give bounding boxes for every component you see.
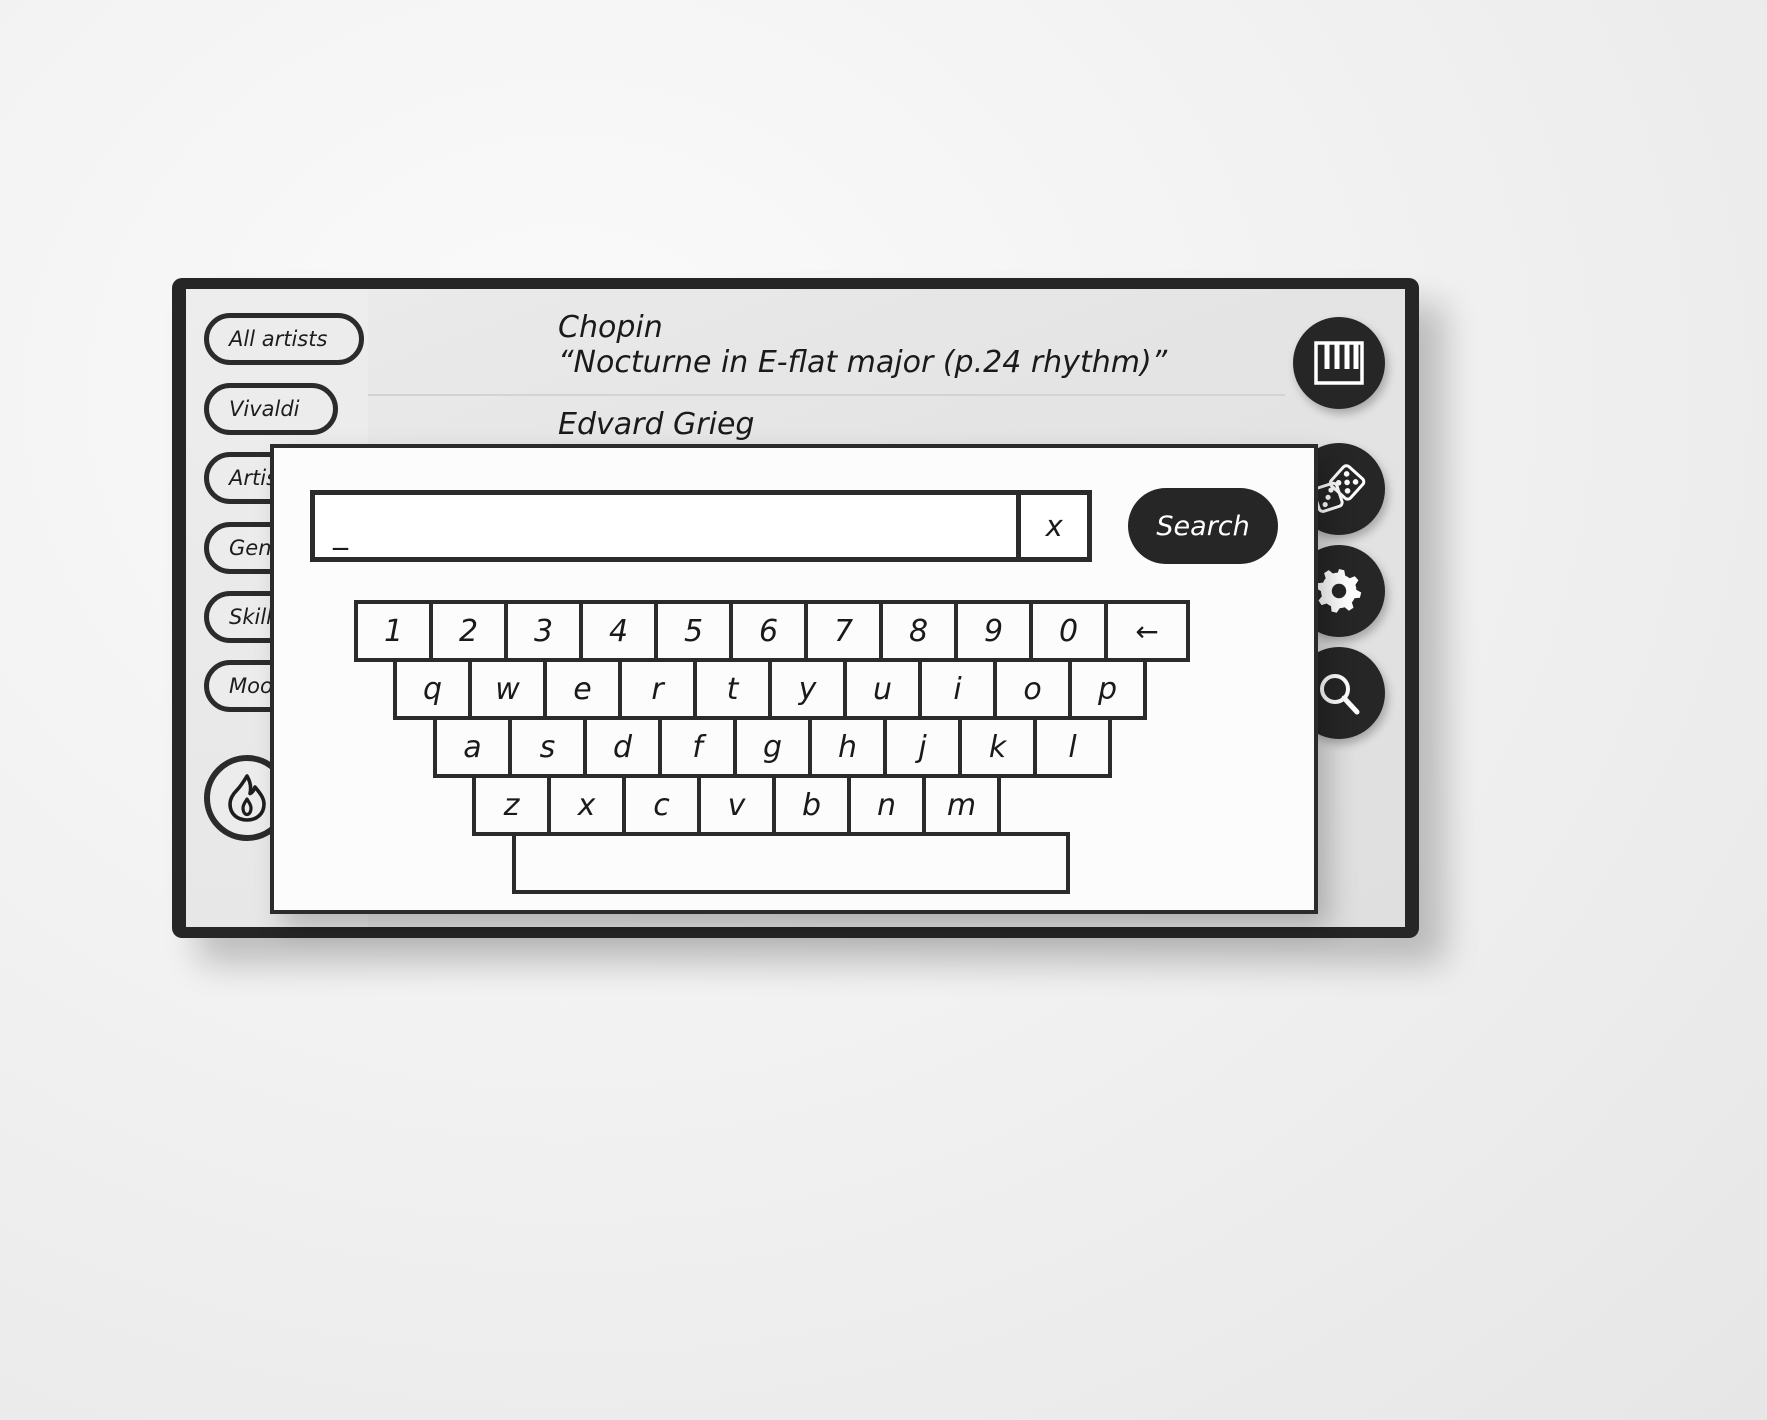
gear-icon	[1314, 566, 1364, 616]
magnifier-icon	[1314, 668, 1364, 718]
key-v[interactable]: v	[697, 774, 776, 836]
key-k[interactable]: k	[958, 716, 1037, 778]
key-s[interactable]: s	[508, 716, 587, 778]
key-y[interactable]: y	[768, 658, 847, 720]
key-0[interactable]: 0	[1029, 600, 1108, 662]
key-u[interactable]: u	[843, 658, 922, 720]
dice-icon	[1311, 463, 1367, 515]
flame-icon	[224, 773, 270, 823]
key-c[interactable]: c	[622, 774, 701, 836]
backspace-key[interactable]: ←	[1104, 600, 1190, 662]
key-5[interactable]: 5	[654, 600, 733, 662]
key-1[interactable]: 1	[354, 600, 433, 662]
space-key[interactable]	[512, 832, 1070, 894]
search-input-value: _	[333, 516, 349, 551]
track-artist: Edvard Grieg	[558, 406, 755, 442]
key-f[interactable]: f	[658, 716, 737, 778]
key-7[interactable]: 7	[804, 600, 883, 662]
key-t[interactable]: t	[693, 658, 772, 720]
key-6[interactable]: 6	[729, 600, 808, 662]
on-screen-keyboard: 1 2 3 4 5 6 7 8 9 0 ← q w e r t y u i o …	[354, 600, 1240, 894]
key-8[interactable]: 8	[879, 600, 958, 662]
track-row[interactable]: Chopin “Nocturne in E-flat major (p.24 r…	[368, 299, 1285, 396]
key-d[interactable]: d	[583, 716, 662, 778]
sidebar-item-label: Vivaldi	[229, 397, 300, 421]
search-dialog: _ x Search 1 2 3 4 5 6 7 8 9 0 ← q w e r…	[270, 444, 1318, 914]
key-i[interactable]: i	[918, 658, 997, 720]
clear-search-label: x	[1045, 509, 1063, 543]
key-j[interactable]: j	[883, 716, 962, 778]
keyboard-row-bottom: z x c v b n m	[472, 774, 1240, 836]
keyboard-row-numbers: 1 2 3 4 5 6 7 8 9 0 ←	[354, 600, 1240, 662]
sidebar-item-all-artists[interactable]: All artists	[204, 313, 364, 365]
key-2[interactable]: 2	[429, 600, 508, 662]
key-h[interactable]: h	[808, 716, 887, 778]
key-4[interactable]: 4	[579, 600, 658, 662]
key-9[interactable]: 9	[954, 600, 1033, 662]
sidebar-item-label: All artists	[229, 327, 328, 351]
key-g[interactable]: g	[733, 716, 812, 778]
keyboard-row-space	[512, 832, 1240, 894]
key-p[interactable]: p	[1068, 658, 1147, 720]
key-e[interactable]: e	[543, 658, 622, 720]
key-b[interactable]: b	[772, 774, 851, 836]
key-x[interactable]: x	[547, 774, 626, 836]
track-artist: Chopin	[558, 310, 663, 345]
key-z[interactable]: z	[472, 774, 551, 836]
search-row: _ x Search	[310, 488, 1278, 564]
sidebar-item-label: Skill	[229, 605, 272, 629]
key-n[interactable]: n	[847, 774, 926, 836]
sidebar-item-vivaldi[interactable]: Vivaldi	[204, 383, 338, 435]
search-input[interactable]: _	[310, 490, 1022, 562]
key-3[interactable]: 3	[504, 600, 583, 662]
key-r[interactable]: r	[618, 658, 697, 720]
key-w[interactable]: w	[468, 658, 547, 720]
piano-button[interactable]	[1293, 317, 1385, 409]
piano-keys-icon	[1314, 341, 1364, 385]
keyboard-row-qwerty: q w e r t y u i o p	[393, 658, 1240, 720]
keyboard-row-home: a s d f g h j k l	[433, 716, 1240, 778]
track-title: “Nocturne in E-flat major (p.24 rhythm)”	[558, 344, 1168, 380]
key-o[interactable]: o	[993, 658, 1072, 720]
clear-search-button[interactable]: x	[1016, 490, 1093, 562]
key-q[interactable]: q	[393, 658, 472, 720]
key-a[interactable]: a	[433, 716, 512, 778]
search-submit-button[interactable]: Search	[1128, 488, 1278, 564]
key-m[interactable]: m	[922, 774, 1001, 836]
key-l[interactable]: l	[1033, 716, 1112, 778]
search-submit-label: Search	[1156, 510, 1250, 542]
